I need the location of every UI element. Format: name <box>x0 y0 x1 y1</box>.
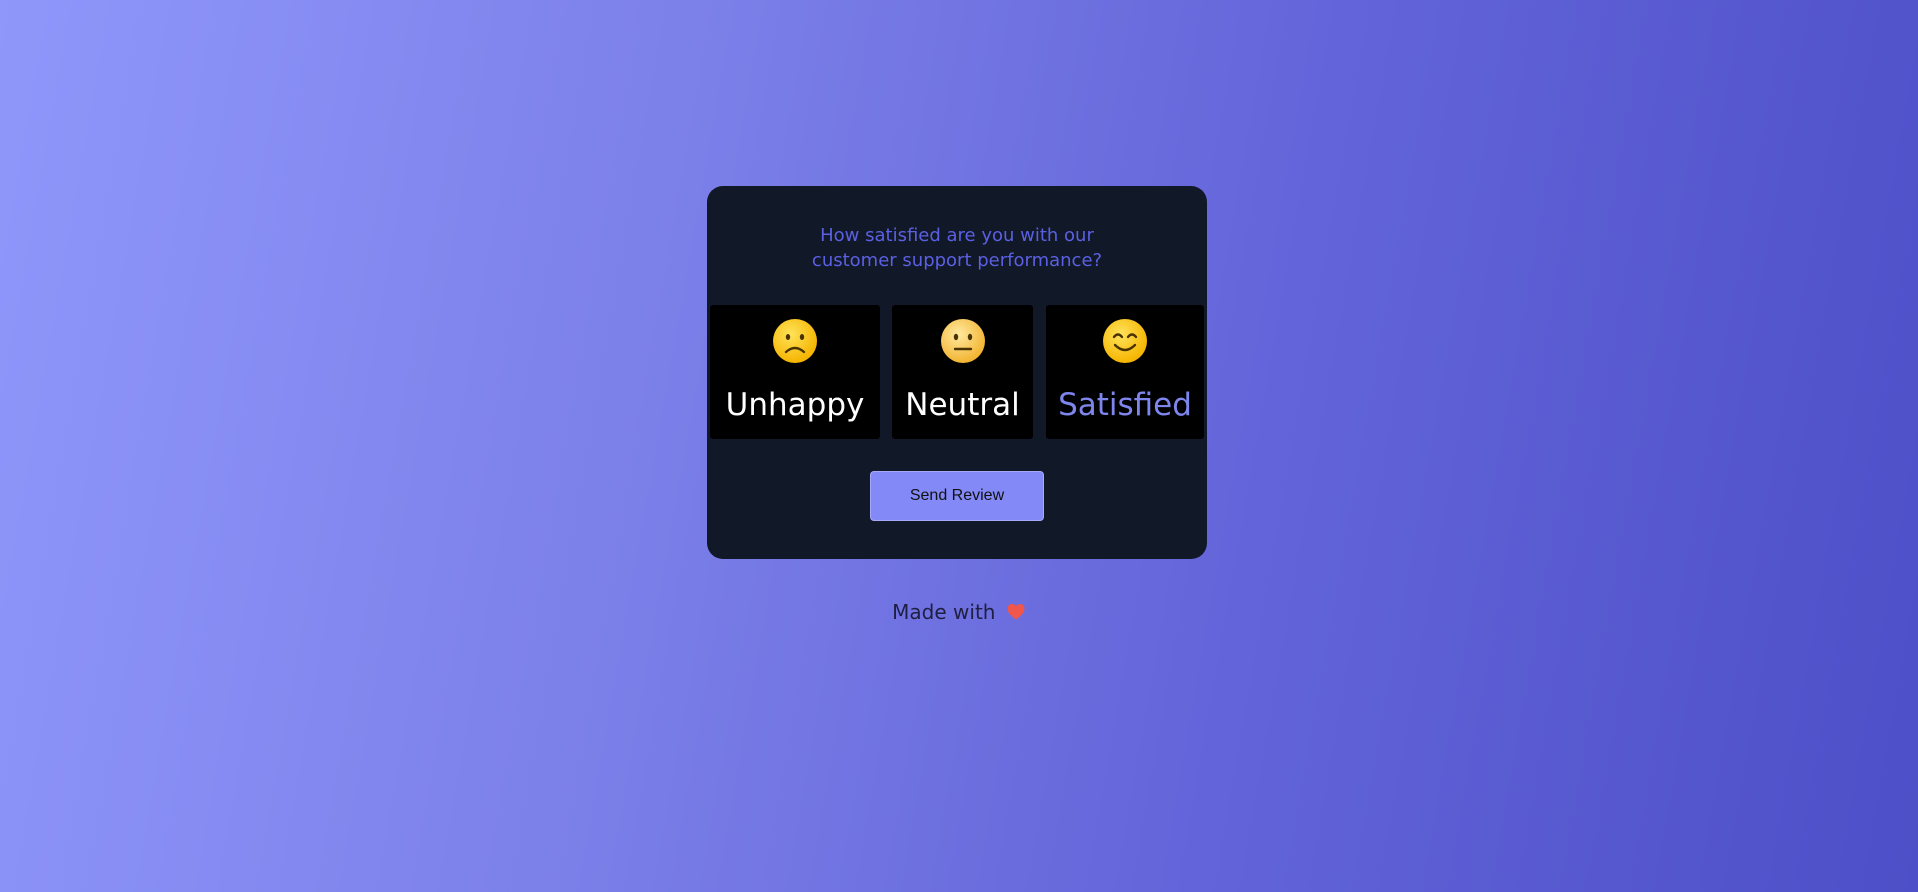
feedback-card: How satisfied are you with our customer … <box>707 186 1207 559</box>
rating-option-neutral[interactable]: Neutral <box>892 305 1033 439</box>
rating-option-satisfied[interactable]: Satisfied <box>1046 305 1204 439</box>
footer-text: Made with <box>892 600 996 624</box>
rating-label-unhappy: Unhappy <box>725 387 865 423</box>
smiling-face-icon <box>1103 319 1147 363</box>
survey-question-line-2: customer support performance? <box>811 250 1103 271</box>
survey-question: How satisfied are you with our customer … <box>707 223 1207 273</box>
frowning-face-icon <box>773 319 817 363</box>
neutral-face-icon <box>940 319 985 363</box>
send-review-button[interactable]: Send Review <box>870 471 1044 521</box>
rating-label-neutral: Neutral <box>905 387 1020 423</box>
rating-option-unhappy[interactable]: Unhappy <box>710 305 880 439</box>
heart-icon <box>1007 604 1025 620</box>
footer: Made with <box>0 598 1918 626</box>
rating-label-satisfied: Satisfied <box>1058 387 1192 423</box>
survey-question-line-1: How satisfied are you with our <box>820 225 1094 246</box>
